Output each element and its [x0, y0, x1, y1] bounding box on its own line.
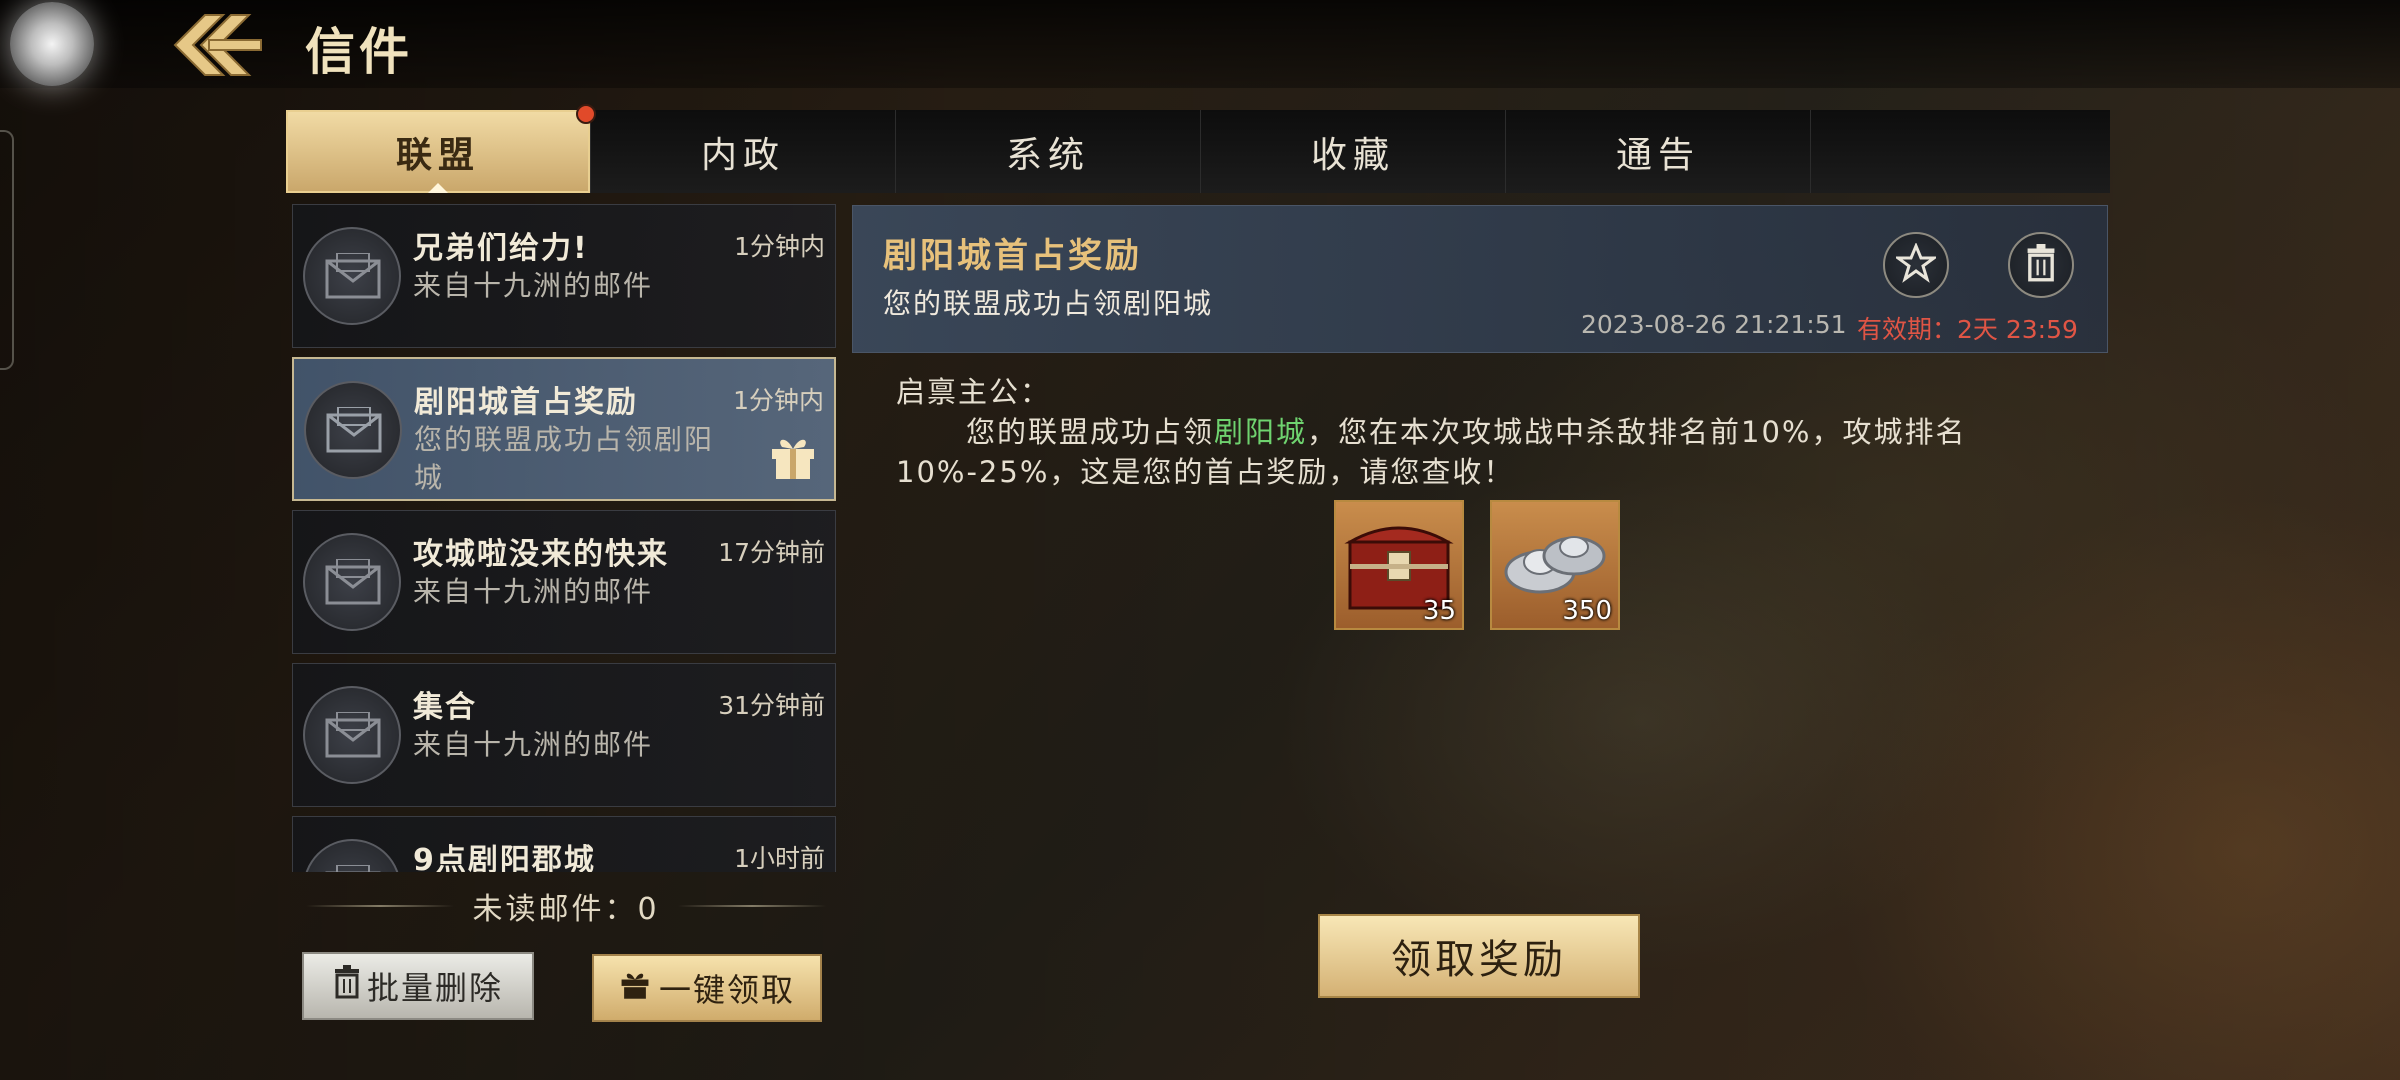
top-bar: 信件 — [0, 0, 2400, 88]
city-highlight: 剧阳城 — [1214, 415, 1308, 449]
button-label: 领取奖励 — [1391, 937, 1567, 983]
tab-label: 联盟 — [395, 134, 480, 176]
back-arrow-icon[interactable] — [165, 10, 265, 80]
body-text-prefix: 您的联盟成功占领 — [966, 415, 1215, 449]
tab-internal-affairs[interactable]: 内政 — [591, 110, 896, 193]
favorite-button[interactable] — [1883, 232, 1949, 298]
envelope-icon — [304, 381, 402, 479]
mail-time: 17分钟前 — [718, 538, 825, 567]
reward-count: 350 — [1562, 596, 1612, 626]
mail-title: 剧阳城首占奖励 — [414, 385, 638, 420]
mail-time: 1小时前 — [734, 844, 825, 872]
gift-icon — [619, 968, 651, 1008]
trash-icon — [2025, 244, 2057, 286]
avatar-orb-icon[interactable] — [10, 2, 94, 86]
mail-time: 1分钟内 — [733, 386, 824, 415]
mail-expiry: 有效期：2天 23:59 — [1857, 315, 2078, 344]
reward-item-silver[interactable]: 350 — [1490, 500, 1620, 630]
mail-time: 31分钟前 — [718, 691, 825, 720]
tab-bar: 联盟 内政 系统 收藏 通告 — [286, 104, 2110, 193]
mail-subtitle: 来自十九洲的邮件 — [413, 728, 654, 761]
mail-subtitle: 您的联盟成功占领剧阳城 — [414, 423, 715, 494]
button-label: 批量删除 — [366, 969, 503, 1007]
batch-delete-button[interactable]: 批量删除 — [302, 952, 534, 1020]
mail-greeting: 启禀主公： — [896, 375, 1052, 409]
delete-mail-button[interactable] — [2008, 232, 2074, 298]
claim-all-button[interactable]: 一键领取 — [592, 954, 822, 1022]
envelope-icon — [303, 227, 401, 325]
mail-item-selected[interactable]: 剧阳城首占奖励 1分钟内 您的联盟成功占领剧阳城 — [292, 357, 836, 501]
mail-item[interactable]: 9点剧阳郡城 1小时前 — [292, 816, 836, 872]
tab-label: 收藏 — [1310, 134, 1395, 176]
tab-label: 系统 — [1005, 134, 1090, 176]
mail-title: 9点剧阳郡城 — [413, 843, 596, 872]
unread-count-bar: 未读邮件：0 — [306, 886, 826, 927]
tab-favorites[interactable]: 收藏 — [1201, 110, 1506, 193]
button-label: 一键领取 — [658, 971, 795, 1009]
mail-title: 攻城啦没来的快来 — [413, 537, 669, 572]
divider — [677, 905, 826, 907]
mail-title: 集合 — [413, 690, 477, 725]
mail-item[interactable]: 集合 31分钟前 来自十九洲的邮件 — [292, 663, 836, 807]
mail-body: 启禀主公： 您的联盟成功占领剧阳城，您在本次攻城战中杀敌排名前10%，攻城排名1… — [896, 372, 2066, 492]
claim-reward-button[interactable]: 领取奖励 — [1318, 914, 1640, 998]
side-drawer-handle[interactable] — [0, 130, 14, 370]
mail-item[interactable]: 攻城啦没来的快来 17分钟前 来自十九洲的邮件 — [292, 510, 836, 654]
tab-announcements[interactable]: 通告 — [1506, 110, 1811, 193]
page-title: 信件 — [305, 23, 413, 81]
unread-count: 未读邮件：0 — [472, 892, 660, 927]
tab-label: 内政 — [700, 134, 785, 176]
mail-title: 兄弟们给力! — [413, 231, 589, 266]
star-icon — [1893, 242, 1939, 287]
reward-count: 35 — [1422, 596, 1456, 626]
envelope-icon — [303, 686, 401, 784]
gift-icon — [768, 431, 818, 485]
trash-icon — [333, 965, 361, 1007]
divider — [306, 905, 455, 907]
mail-subtitle: 来自十九洲的邮件 — [413, 575, 654, 608]
tab-label: 通告 — [1615, 134, 1700, 176]
detail-subtitle: 您的联盟成功占领剧阳城 — [883, 287, 1214, 320]
detail-title: 剧阳城首占奖励 — [883, 236, 1142, 276]
mail-detail-header: 剧阳城首占奖励 您的联盟成功占领剧阳城 2023-08-26 21:21:51 … — [852, 205, 2108, 353]
mail-date: 2023-08-26 21:21:51 — [1581, 310, 1847, 339]
mail-subtitle: 来自十九洲的邮件 — [413, 269, 654, 302]
envelope-icon — [303, 839, 401, 872]
envelope-icon — [303, 533, 401, 631]
tab-alliance[interactable]: 联盟 — [286, 104, 596, 193]
mail-body-text: 您的联盟成功占领剧阳城，您在本次攻城战中杀敌排名前10%，攻城排名10%-25%… — [896, 412, 2066, 492]
mail-time: 1分钟内 — [734, 232, 825, 261]
mail-list[interactable]: 兄弟们给力! 1分钟内 来自十九洲的邮件 剧阳城首占奖励 1分钟内 您的联盟成功… — [292, 204, 838, 872]
tab-system[interactable]: 系统 — [896, 110, 1201, 193]
mail-item[interactable]: 兄弟们给力! 1分钟内 来自十九洲的邮件 — [292, 204, 836, 348]
reward-item-treasure-chest[interactable]: 35 — [1334, 500, 1464, 630]
